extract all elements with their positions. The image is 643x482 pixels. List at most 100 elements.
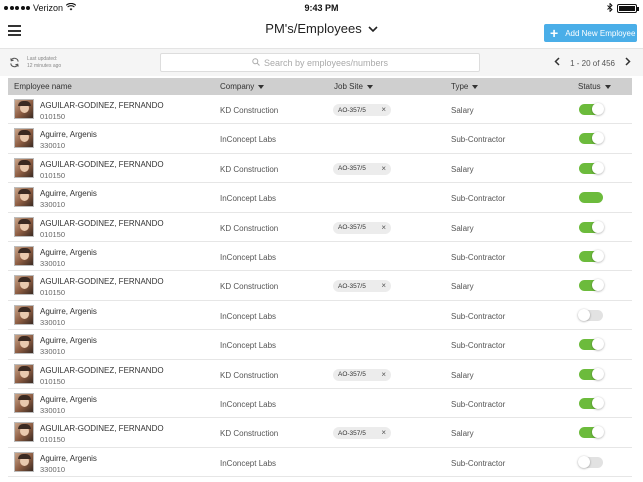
employee-type: Salary [451, 429, 474, 439]
avatar [14, 128, 34, 149]
avatar [14, 392, 34, 413]
employee-type: Sub-Contractor [451, 311, 506, 321]
employee-type: Sub-Contractor [451, 341, 506, 351]
employee-name: AGUILAR-GODINEZ, FERNANDO [40, 101, 164, 110]
table-row[interactable]: Aguirre, Argenis 330010 InConcept Labs Sub-… [8, 447, 632, 478]
employee-name: Aguirre, Argenis [40, 130, 97, 140]
remove-icon[interactable]: × [381, 281, 386, 290]
search-placeholder: Search by employees/numbers [263, 57, 389, 68]
avatar [14, 334, 34, 355]
toggle-knob [592, 367, 604, 380]
avatar [14, 216, 34, 237]
status-toggle[interactable] [579, 161, 604, 174]
employee-name: Aguirre, Argenis [40, 306, 97, 316]
employee-name: Aguirre, Argenis [40, 247, 97, 257]
employee-type: Sub-Contractor [451, 458, 506, 468]
job-site-label: AO-357/5 [338, 165, 366, 173]
company-name: InConcept Labs [220, 252, 277, 262]
employee-number: 330010 [40, 464, 66, 474]
status-toggle[interactable] [579, 396, 604, 409]
column-job-site-label: Job Site [334, 82, 363, 91]
avatar [14, 304, 34, 325]
refresh-icon[interactable] [9, 57, 20, 71]
sort-down-icon [472, 84, 479, 89]
table-row[interactable]: Aguirre, Argenis 330010 InConcept Labs Sub-… [8, 330, 632, 360]
table-row[interactable]: Aguirre, Argenis 330010 InConcept Labs Sub-… [8, 241, 632, 272]
status-toggle[interactable] [579, 220, 604, 233]
job-site-chip: AO-357/5 × [333, 280, 391, 293]
remove-icon[interactable]: × [381, 105, 386, 114]
pagination-label: 1 - 20 of 456 [570, 58, 615, 68]
chevron-right-icon[interactable] [625, 57, 631, 69]
company-name: KD Construction [220, 429, 279, 439]
employee-number: 010150 [40, 376, 66, 386]
status-toggle[interactable] [579, 132, 604, 145]
job-site-label: AO-357/5 [338, 224, 366, 232]
avatar [14, 422, 34, 443]
column-name-label: Employee name [14, 82, 72, 91]
employee-type: Salary [451, 106, 474, 115]
table-row[interactable]: AGUILAR-GODINEZ, FERNANDO 010150 KD Constr… [8, 359, 632, 389]
status-toggle[interactable] [579, 426, 604, 439]
employee-number: 010150 [40, 170, 66, 180]
pagination: 1 - 20 of 456 [554, 57, 631, 69]
status-toggle[interactable] [579, 192, 603, 204]
avatar [14, 187, 34, 208]
table-row[interactable]: Aguirre, Argenis 330010 InConcept Labs Sub-… [8, 183, 632, 213]
chevron-left-icon[interactable] [554, 57, 560, 69]
employee-name: AGUILAR-GODINEZ, FERNANDO [40, 424, 164, 434]
remove-icon[interactable]: × [381, 164, 386, 173]
column-header-name[interactable]: Employee name [14, 82, 72, 91]
column-status-label: Status [578, 82, 601, 91]
column-header-type[interactable]: Type [451, 82, 479, 91]
employee-type: Sub-Contractor [451, 194, 506, 204]
table-row[interactable]: AGUILAR-GODINEZ, FERNANDO 010150 KD Constr… [8, 418, 632, 448]
job-site-chip: AO-357/5 × [333, 162, 391, 175]
column-header-company[interactable]: Company [220, 82, 265, 91]
last-updated: Last updated: 12 minutes ago [27, 56, 61, 70]
sort-down-icon [604, 84, 611, 89]
search-input[interactable]: Search by employees/numbers [160, 53, 480, 72]
column-header-status[interactable]: Status [578, 82, 611, 91]
job-site-label: AO-357/5 [338, 282, 366, 290]
toggle-knob [592, 220, 604, 233]
employee-number: 330010 [40, 317, 66, 327]
status-toggle[interactable] [579, 279, 604, 292]
table-row[interactable]: Aguirre, Argenis 330010 InConcept Labs Sub-… [8, 388, 632, 419]
company-name: KD Construction [220, 223, 279, 233]
last-updated-value: 12 minutes ago [27, 63, 62, 69]
bluetooth-icon [607, 2, 613, 14]
status-time: 9:43 PM [304, 3, 339, 13]
table-row[interactable]: AGUILAR-GODINEZ, FERNANDO 010150 KD Constr… [8, 95, 632, 125]
table-row[interactable]: AGUILAR-GODINEZ, FERNANDO 010150 KD Constr… [8, 153, 632, 184]
table-row[interactable]: Aguirre, Argenis 330010 InConcept Labs Sub-… [8, 300, 632, 331]
last-updated-label: Last updated: [27, 56, 58, 62]
table-row[interactable]: AGUILAR-GODINEZ, FERNANDO 010150 KD Constr… [8, 212, 632, 242]
employee-name: AGUILAR-GODINEZ, FERNANDO [40, 159, 164, 169]
status-toggle[interactable] [578, 455, 603, 468]
table-row[interactable]: Aguirre, Argenis 330010 InConcept Labs Sub-… [8, 124, 632, 154]
column-header-job-site[interactable]: Job Site [334, 82, 373, 91]
remove-icon[interactable]: × [381, 223, 386, 232]
employee-name: AGUILAR-GODINEZ, FERNANDO [40, 218, 164, 228]
status-toggle[interactable] [579, 103, 604, 115]
status-toggle[interactable] [579, 249, 604, 262]
status-toggle[interactable] [578, 308, 603, 321]
company-name: InConcept Labs [220, 311, 277, 321]
add-new-employee-button[interactable]: + Add New Employee [544, 24, 637, 42]
status-toggle[interactable] [579, 338, 604, 351]
table-row[interactable]: AGUILAR-GODINEZ, FERNANDO 010150 KD Constr… [8, 271, 632, 301]
company-name: InConcept Labs [220, 341, 277, 351]
remove-icon[interactable]: × [381, 428, 386, 437]
status-toggle[interactable] [579, 367, 604, 380]
toggle-knob [592, 338, 604, 351]
page-title: PM's/Employees [265, 21, 362, 36]
toggle-knob [578, 455, 590, 468]
chevron-down-icon [368, 21, 378, 36]
company-name: KD Construction [220, 370, 279, 380]
employee-type: Salary [451, 223, 474, 233]
employee-type: Sub-Contractor [451, 135, 506, 145]
sort-down-icon [366, 84, 373, 89]
avatar [14, 363, 34, 384]
remove-icon[interactable]: × [381, 370, 386, 379]
